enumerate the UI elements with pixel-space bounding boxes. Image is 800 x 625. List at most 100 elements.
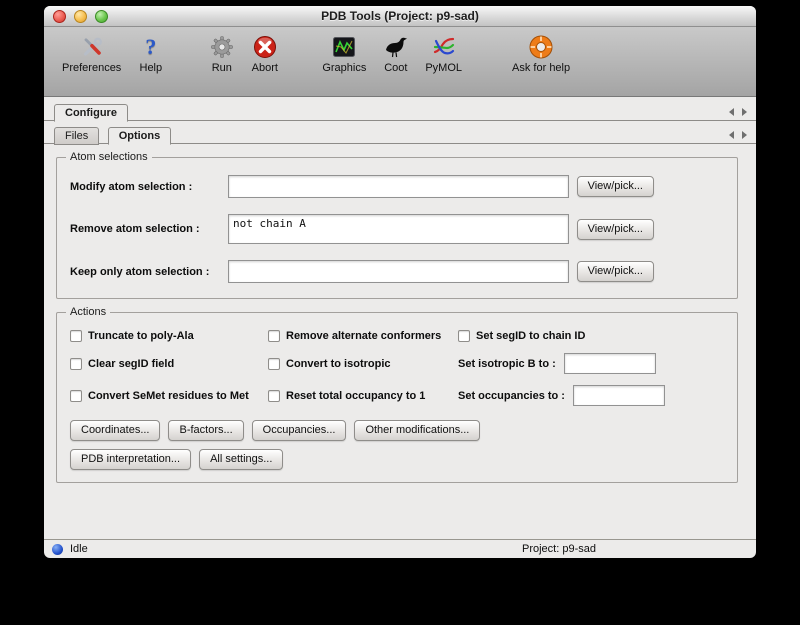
toolbar-coot-button[interactable]: Coot: [374, 33, 417, 74]
toolbar-run-button[interactable]: Run: [200, 33, 243, 74]
main-content: Configure Files Options Atom selections …: [44, 97, 756, 483]
atom-selections-group: Atom selections Modify atom selection : …: [56, 157, 738, 299]
toolbar: Preferences ? Help Run: [44, 27, 756, 97]
set-occupancies-input[interactable]: [573, 385, 665, 406]
reset-total-occupancy-option[interactable]: Reset total occupancy to 1: [268, 390, 458, 402]
view-pick-button-keep-only[interactable]: View/pick...: [577, 261, 654, 282]
other-modifications-button[interactable]: Other modifications...: [354, 420, 480, 441]
coordinates-button[interactable]: Coordinates...: [70, 420, 160, 441]
set-segid-to-chain-id-checkbox[interactable]: [458, 330, 470, 342]
clear-segid-field-checkbox[interactable]: [70, 358, 82, 370]
convert-semet-to-met-option[interactable]: Convert SeMet residues to Met: [70, 390, 268, 402]
status-text: Idle: [70, 543, 88, 555]
close-button[interactable]: [53, 10, 66, 23]
window-controls: [53, 10, 108, 23]
actions-buttons-row-2: PDB interpretation... All settings...: [70, 449, 724, 470]
checkbox-label: Remove alternate conformers: [286, 330, 441, 342]
group-title: Actions: [66, 306, 110, 318]
toolbar-label: PyMOL: [425, 62, 462, 74]
pymol-ribbon-icon: [430, 33, 457, 60]
checkbox-label: Set segID to chain ID: [476, 330, 585, 342]
toolbar-preferences-button[interactable]: Preferences: [54, 33, 129, 74]
toolbar-label: Abort: [252, 62, 278, 74]
convert-to-isotropic-option[interactable]: Convert to isotropic: [268, 358, 458, 370]
view-pick-button-modify[interactable]: View/pick...: [577, 176, 654, 197]
checkbox-label: Convert SeMet residues to Met: [88, 390, 249, 402]
field-label: Remove atom selection :: [70, 223, 228, 235]
pdb-interpretation-button[interactable]: PDB interpretation...: [70, 449, 191, 470]
tab-files[interactable]: Files: [54, 127, 99, 145]
remove-atom-selection-input[interactable]: [228, 214, 569, 244]
clear-segid-field-option[interactable]: Clear segID field: [70, 358, 268, 370]
b-factors-button[interactable]: B-factors...: [168, 420, 243, 441]
convert-semet-to-met-checkbox[interactable]: [70, 390, 82, 402]
checkbox-label: Truncate to poly-Ala: [88, 330, 194, 342]
tab-scroll-left-icon[interactable]: [729, 131, 734, 139]
occupancies-button[interactable]: Occupancies...: [252, 420, 347, 441]
toolbar-pymol-button[interactable]: PyMOL: [417, 33, 470, 74]
minimize-button[interactable]: [74, 10, 87, 23]
reset-total-occupancy-checkbox[interactable]: [268, 390, 280, 402]
project-label: Project: p9-sad: [522, 543, 596, 555]
abort-icon: [251, 33, 278, 60]
actions-group: Actions Truncate to poly-Ala Remove alte…: [56, 312, 738, 483]
group-title: Atom selections: [66, 151, 152, 163]
truncate-poly-ala-checkbox[interactable]: [70, 330, 82, 342]
convert-to-isotropic-checkbox[interactable]: [268, 358, 280, 370]
titlebar[interactable]: PDB Tools (Project: p9-sad): [44, 6, 756, 27]
toolbar-label: Coot: [384, 62, 407, 74]
tab-options[interactable]: Options: [108, 127, 172, 145]
toolbar-label: Run: [212, 62, 232, 74]
coot-bird-icon: [382, 33, 409, 60]
tab-scroll-left-icon[interactable]: [729, 108, 734, 116]
remove-alternate-conformers-option[interactable]: Remove alternate conformers: [268, 330, 458, 342]
tab-scroll-right-icon[interactable]: [742, 108, 747, 116]
tab-scroll-right-icon[interactable]: [742, 131, 747, 139]
truncate-poly-ala-option[interactable]: Truncate to poly-Ala: [70, 330, 268, 342]
field-label: Set occupancies to :: [458, 390, 565, 402]
tools-icon: [78, 33, 105, 60]
field-label: Set isotropic B to :: [458, 358, 556, 370]
toolbar-graphics-button[interactable]: Graphics: [314, 33, 374, 74]
zoom-button[interactable]: [95, 10, 108, 23]
all-settings-button[interactable]: All settings...: [199, 449, 283, 470]
toolbar-abort-button[interactable]: Abort: [243, 33, 286, 74]
field-label: Keep only atom selection :: [70, 266, 228, 278]
set-occupancies-field: Set occupancies to :: [458, 385, 724, 406]
toolbar-ask-for-help-button[interactable]: Ask for help: [504, 33, 578, 74]
help-icon: ?: [137, 33, 164, 60]
set-isotropic-b-field: Set isotropic B to :: [458, 353, 724, 374]
toolbar-label: Graphics: [322, 62, 366, 74]
files-options-tab-bar: Files Options: [44, 125, 756, 144]
checkbox-label: Clear segID field: [88, 358, 174, 370]
modify-atom-selection-row: Modify atom selection : View/pick...: [70, 175, 724, 198]
toolbar-label: Ask for help: [512, 62, 570, 74]
actions-buttons-row-1: Coordinates... B-factors... Occupancies.…: [70, 420, 724, 441]
keep-only-atom-selection-input[interactable]: [228, 260, 569, 283]
checkbox-label: Convert to isotropic: [286, 358, 391, 370]
toolbar-help-button[interactable]: ? Help: [129, 33, 172, 74]
keep-only-atom-selection-row: Keep only atom selection : View/pick...: [70, 260, 724, 283]
view-pick-button-remove[interactable]: View/pick...: [577, 219, 654, 240]
toolbar-label: Help: [140, 62, 163, 74]
toolbar-label: Preferences: [62, 62, 121, 74]
tab-scroll-arrows: [729, 108, 747, 116]
window-title: PDB Tools (Project: p9-sad): [321, 9, 479, 23]
status-bar: Idle Project: p9-sad: [44, 539, 756, 558]
pdb-tools-window: PDB Tools (Project: p9-sad) Preferences …: [44, 6, 756, 558]
status-indicator-icon: [52, 544, 63, 555]
checkbox-label: Reset total occupancy to 1: [286, 390, 425, 402]
tab-scroll-arrows: [729, 131, 747, 139]
lifebuoy-icon: [528, 33, 555, 60]
set-isotropic-b-input[interactable]: [564, 353, 656, 374]
tab-configure[interactable]: Configure: [54, 104, 128, 122]
field-label: Modify atom selection :: [70, 181, 228, 193]
configure-tab-bar: Configure: [44, 102, 756, 121]
actions-grid: Truncate to poly-Ala Remove alternate co…: [70, 330, 724, 406]
remove-alternate-conformers-checkbox[interactable]: [268, 330, 280, 342]
gear-icon: [208, 33, 235, 60]
set-segid-to-chain-id-option[interactable]: Set segID to chain ID: [458, 330, 724, 342]
graphics-icon: [331, 33, 358, 60]
remove-atom-selection-row: Remove atom selection : View/pick...: [70, 214, 724, 244]
modify-atom-selection-input[interactable]: [228, 175, 569, 198]
